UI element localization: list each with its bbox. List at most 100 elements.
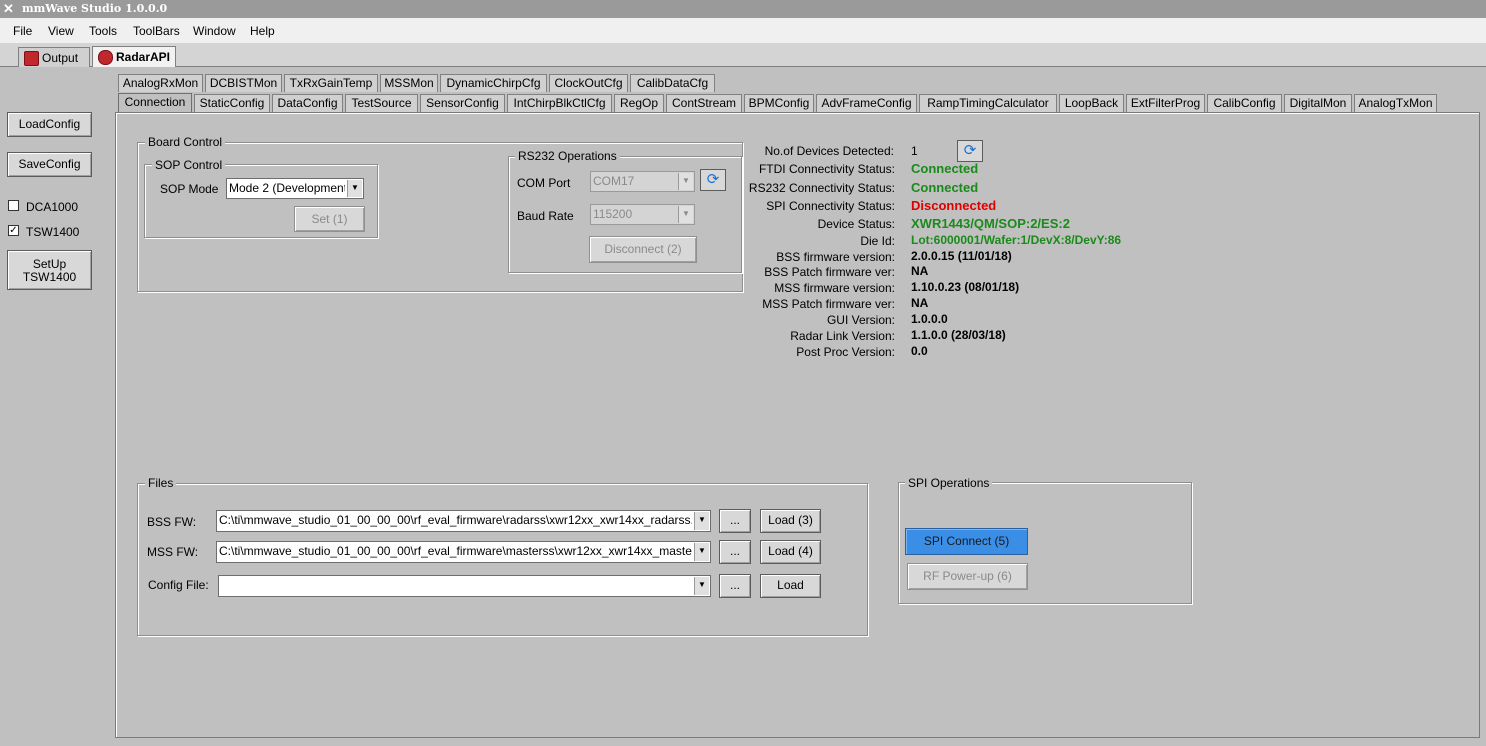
- status-label: Die Id:: [860, 233, 895, 248]
- tab-analogrxmon[interactable]: AnalogRxMon: [118, 74, 203, 92]
- status-value: Disconnected: [911, 198, 997, 213]
- menu-view[interactable]: View: [48, 24, 74, 38]
- mss-fw-label: MSS FW:: [147, 545, 199, 559]
- tab-extfilterprog[interactable]: ExtFilterProg: [1126, 94, 1205, 112]
- status-value: 0.0: [911, 343, 928, 358]
- devices-detected-value: 1: [911, 144, 918, 158]
- radar-icon: [98, 50, 113, 65]
- config-file-browse-button[interactable]: ...: [719, 574, 751, 598]
- chevron-down-icon: ▼: [694, 577, 709, 595]
- spi-connect-button[interactable]: SPI Connect (5): [905, 528, 1028, 555]
- window-title: mmWave Studio 1.0.0.0: [22, 2, 168, 15]
- menu-bar: File View Tools ToolBars Window Help: [0, 18, 1486, 44]
- bss-fw-browse-button[interactable]: ...: [719, 509, 751, 533]
- bss-fw-path-value: C:\ti\mmwave_studio_01_00_00_00\rf_eval_…: [219, 513, 692, 527]
- setup-tsw1400-button[interactable]: SetUp TSW1400: [7, 250, 92, 290]
- tab-advframeconfig[interactable]: AdvFrameConfig: [816, 94, 917, 112]
- status-value: NA: [911, 295, 929, 310]
- status-value: Lot:6000001/Wafer:1/DevX:8/DevY:86: [911, 232, 1122, 247]
- baud-rate-label: Baud Rate: [517, 209, 574, 223]
- status-label: Post Proc Version:: [796, 344, 895, 359]
- rs232-operations-title: RS232 Operations: [515, 149, 620, 163]
- tsw1400-label: TSW1400: [26, 225, 80, 239]
- disconnect-button[interactable]: Disconnect (2): [589, 236, 697, 263]
- status-label: Radar Link Version:: [790, 328, 895, 343]
- tab-regop[interactable]: RegOp: [614, 94, 664, 112]
- status-value: XWR1443/QM/SOP:2/ES:2: [911, 215, 1070, 231]
- tab-dynamicchirpcfg[interactable]: DynamicChirpCfg: [440, 74, 547, 92]
- config-file-label: Config File:: [148, 578, 209, 592]
- doc-tab-radarapi[interactable]: RadarAPI: [92, 46, 176, 67]
- menu-toolbars[interactable]: ToolBars: [133, 24, 180, 38]
- tab-sensorconfig[interactable]: SensorConfig: [420, 94, 505, 112]
- bss-fw-path-input[interactable]: C:\ti\mmwave_studio_01_00_00_00\rf_eval_…: [216, 510, 711, 532]
- tab-clockoutcfg[interactable]: ClockOutCfg: [549, 74, 628, 92]
- com-port-select[interactable]: COM17 ▼: [590, 171, 695, 192]
- tab-calibdatacfg[interactable]: CalibDataCfg: [630, 74, 715, 92]
- doc-tab-output-label: Output: [42, 51, 79, 65]
- board-control-title: Board Control: [145, 135, 226, 149]
- tab-contstream[interactable]: ContStream: [666, 94, 742, 112]
- tab-staticconfig[interactable]: StaticConfig: [194, 94, 270, 112]
- mss-fw-path-input[interactable]: C:\ti\mmwave_studio_01_00_00_00\rf_eval_…: [216, 541, 711, 563]
- com-port-label: COM Port: [517, 176, 571, 190]
- chevron-down-icon: ▼: [678, 173, 693, 190]
- mss-fw-browse-button[interactable]: ...: [719, 540, 751, 564]
- tab-mssmon[interactable]: MSSMon: [380, 74, 438, 92]
- document-tabs: Output RadarAPI: [0, 43, 1486, 67]
- status-value: 1.1.0.0 (28/03/18): [911, 327, 1006, 342]
- status-value: 1.0.0.0: [911, 311, 948, 326]
- tab-loopback[interactable]: LoopBack: [1059, 94, 1124, 112]
- tab-bpmconfig[interactable]: BPMConfig: [744, 94, 814, 112]
- sop-mode-select[interactable]: Mode 2 (Development) ▼: [226, 178, 364, 199]
- status-value: Connected: [911, 161, 979, 176]
- tab-connection[interactable]: Connection: [118, 93, 192, 113]
- tab-dataconfig[interactable]: DataConfig: [272, 94, 343, 112]
- tab-calibconfig[interactable]: CalibConfig: [1207, 94, 1282, 112]
- doc-tab-output[interactable]: Output: [18, 47, 90, 67]
- status-label: RS232 Connectivity Status:: [748, 180, 895, 195]
- tab-intchirpblkctlcfg[interactable]: IntChirpBlkCtlCfg: [507, 94, 612, 112]
- dca1000-checkbox[interactable]: [8, 200, 19, 211]
- status-label: FTDI Connectivity Status:: [758, 162, 895, 176]
- sop-mode-value: Mode 2 (Development): [229, 181, 345, 195]
- chevron-down-icon: ▼: [678, 206, 693, 223]
- title-bar: ✕ mmWave Studio 1.0.0.0: [0, 0, 1486, 18]
- chevron-down-icon: ▼: [694, 543, 709, 561]
- setup-label-line2: TSW1400: [22, 270, 77, 284]
- rf-powerup-button[interactable]: RF Power-up (6): [907, 563, 1028, 590]
- chevron-down-icon: ▼: [694, 512, 709, 530]
- menu-tools[interactable]: Tools: [89, 24, 117, 38]
- com-port-value: COM17: [593, 174, 635, 188]
- tab-txrxgaintemp[interactable]: TxRxGainTemp: [284, 74, 378, 92]
- files-title: Files: [145, 476, 177, 490]
- tab-analogtxmon[interactable]: AnalogTxMon: [1354, 94, 1437, 112]
- status-value: 2.0.0.15 (11/01/18): [911, 248, 1012, 263]
- baud-rate-select[interactable]: 115200 ▼: [590, 204, 695, 225]
- menu-help[interactable]: Help: [250, 24, 275, 38]
- tab-testsource[interactable]: TestSource: [345, 94, 418, 112]
- tsw1400-checkbox[interactable]: ✓: [8, 225, 19, 236]
- menu-window[interactable]: Window: [193, 24, 236, 38]
- menu-file[interactable]: File: [13, 24, 32, 38]
- status-label: Device Status:: [817, 216, 895, 231]
- doc-tab-radarapi-label: RadarAPI: [116, 50, 171, 64]
- refresh-devices-icon[interactable]: ⟳: [957, 140, 983, 162]
- chevron-down-icon: ▼: [347, 180, 362, 197]
- status-label: BSS firmware version:: [776, 249, 895, 264]
- mss-fw-path-value: C:\ti\mmwave_studio_01_00_00_00\rf_eval_…: [219, 544, 692, 558]
- bss-fw-label: BSS FW:: [147, 515, 197, 529]
- status-value: Connected: [911, 179, 979, 195]
- status-value: NA: [911, 263, 929, 278]
- tab-ramptimingcalculator[interactable]: RampTimingCalculator: [919, 94, 1057, 112]
- load-config-button[interactable]: LoadConfig: [7, 112, 92, 137]
- tab-digitalmon[interactable]: DigitalMon: [1284, 94, 1352, 112]
- set-sop-button[interactable]: Set (1): [294, 206, 365, 232]
- config-file-path-input[interactable]: ▼: [218, 575, 711, 597]
- load-bss-fw-button[interactable]: Load (3): [760, 509, 821, 533]
- save-config-button[interactable]: SaveConfig: [7, 152, 92, 177]
- status-label: GUI Version:: [826, 312, 895, 327]
- load-mss-fw-button[interactable]: Load (4): [760, 540, 821, 564]
- load-config-file-button[interactable]: Load: [760, 574, 821, 598]
- tab-dcbistmon[interactable]: DCBISTMon: [205, 74, 282, 92]
